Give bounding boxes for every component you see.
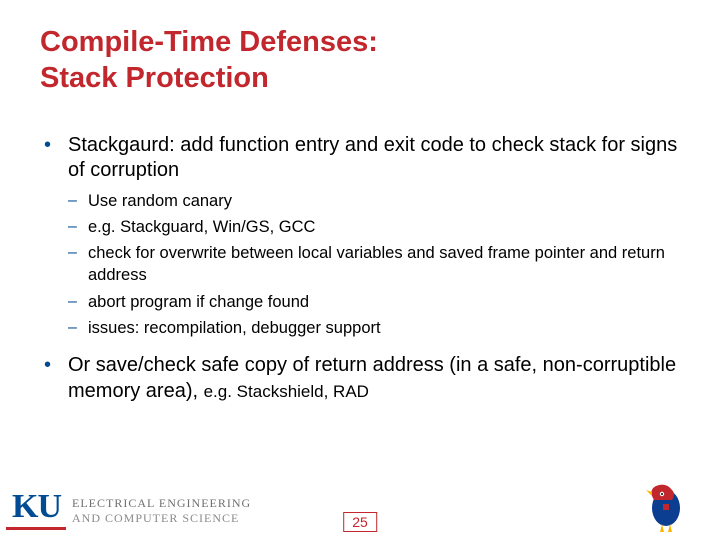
footer: KU ELECTRICAL ENGINEERING AND COMPUTER S… bbox=[0, 470, 720, 540]
sub-1-2: e.g. Stackguard, Win/GS, GCC bbox=[68, 216, 680, 238]
ku-underline bbox=[6, 527, 66, 530]
ku-logo: KU bbox=[6, 484, 64, 532]
bullet-2-tail: e.g. Stackshield, RAD bbox=[204, 382, 369, 401]
ku-text: KU bbox=[12, 488, 61, 526]
sub-1-5: issues: recompilation, debugger support bbox=[68, 317, 680, 339]
sub-1-4: abort program if change found bbox=[68, 291, 680, 313]
slide-title: Compile-Time Defenses: Stack Protection bbox=[40, 24, 680, 97]
dept-line-1: ELECTRICAL ENGINEERING bbox=[72, 496, 251, 511]
page-number: 25 bbox=[343, 512, 377, 532]
title-line-1: Compile-Time Defenses: bbox=[40, 26, 378, 58]
department-label: ELECTRICAL ENGINEERING AND COMPUTER SCIE… bbox=[72, 496, 251, 526]
bullet-1: Stackgaurd: add function entry and exit … bbox=[40, 133, 680, 340]
title-line-2: Stack Protection bbox=[40, 62, 269, 94]
bullet-1-text: Stackgaurd: add function entry and exit … bbox=[68, 134, 677, 182]
sub-1-3: check for overwrite between local variab… bbox=[68, 242, 680, 287]
dept-line-2: AND COMPUTER SCIENCE bbox=[72, 511, 251, 526]
sub-1-1: Use random canary bbox=[68, 190, 680, 212]
bullet-list: Stackgaurd: add function entry and exit … bbox=[40, 133, 680, 405]
sub-list-1: Use random canary e.g. Stackguard, Win/G… bbox=[68, 190, 680, 340]
bullet-2-text: Or save/check safe copy of return addres… bbox=[68, 354, 676, 402]
bullet-2: Or save/check safe copy of return addres… bbox=[40, 353, 680, 404]
jayhawk-icon bbox=[642, 480, 690, 532]
slide: Compile-Time Defenses: Stack Protection … bbox=[0, 0, 720, 540]
